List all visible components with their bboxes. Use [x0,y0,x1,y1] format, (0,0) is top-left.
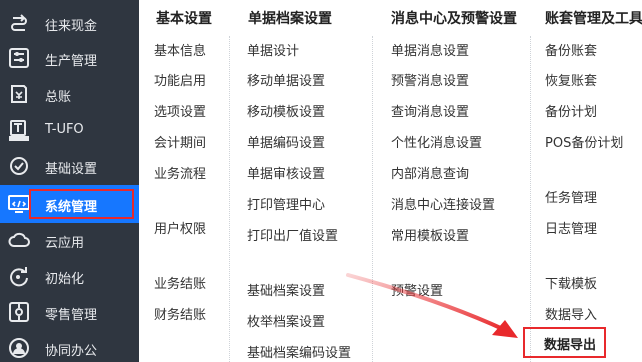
menu-link-base-archive[interactable]: 基础档案设置 [247,280,325,299]
collaborate-icon [7,336,31,360]
menu-link-alert-messages[interactable]: 预警消息设置 [391,70,469,89]
sidebar-item-label: 总账 [45,90,72,105]
retail-icon [7,300,31,324]
menu-link-business-flow[interactable]: 业务流程 [154,163,206,182]
column-title-message-settings: 消息中心及预警设置 [391,11,517,27]
sidebar: 往来现金 生产管理 总账 T-UFO 基础设置 系统管理 云应用 初始化 零售管… [0,0,139,362]
initialize-icon [7,264,31,288]
system-management-highlight [29,189,134,219]
menu-link-enum-archive[interactable]: 枚举档案设置 [247,311,325,330]
menu-link-options[interactable]: 选项设置 [154,101,206,120]
sidebar-item-production[interactable]: 生产管理 [0,40,139,76]
menu-link-alert-settings[interactable]: 预警设置 [391,280,443,299]
menu-link-mobile-document[interactable]: 移动单据设置 [247,70,325,89]
ufo-report-icon [7,118,31,142]
refresh-cash-icon [7,11,31,35]
menu-link-internal-messages[interactable]: 内部消息查询 [391,163,469,182]
production-sliders-icon [7,46,31,70]
sidebar-item-basic-settings[interactable]: 基础设置 [0,148,139,184]
sidebar-item-label: 基础设置 [45,162,98,177]
sidebar-item-label: T-UFO [45,122,84,137]
menu-link-backup-plan[interactable]: 备份计划 [545,101,597,120]
menu-link-user-permissions[interactable]: 用户权限 [154,218,206,237]
menu-link-document-design[interactable]: 单据设计 [247,40,299,59]
settings-icon [7,154,31,178]
menu-link-message-connection[interactable]: 消息中心连接设置 [391,194,495,213]
column-title-account-tools: 账套管理及工具 [545,11,642,27]
system-monitor-icon [7,192,31,216]
sidebar-item-initialize[interactable]: 初始化 [0,258,139,294]
cloud-icon [7,228,31,252]
menu-link-task-management[interactable]: 任务管理 [545,187,597,206]
menu-link-restore-account[interactable]: 恢复账套 [545,70,597,89]
sidebar-item-label: 云应用 [45,236,85,251]
sidebar-item-label: 往来现金 [45,19,98,34]
sidebar-item-cloud[interactable]: 云应用 [0,222,139,258]
sidebar-item-label: 协同办公 [45,344,98,359]
sidebar-item-retail[interactable]: 零售管理 [0,294,139,330]
menu-link-download-template[interactable]: 下载模板 [545,273,597,292]
menu-link-data-export[interactable]: 数据导出 [544,334,596,353]
sidebar-item-ledger[interactable]: 总账 [0,76,139,112]
menu-link-document-approval[interactable]: 单据审核设置 [247,163,325,182]
sidebar-item-label: 生产管理 [45,54,98,69]
menu-link-document-numbering[interactable]: 单据编码设置 [247,132,325,151]
menu-link-accounting-period[interactable]: 会计期间 [154,132,206,151]
column-title-basic-settings: 基本设置 [156,11,212,27]
menu-link-print-center[interactable]: 打印管理中心 [247,194,325,213]
menu-link-basic-info[interactable]: 基本信息 [154,40,206,59]
sidebar-item-collaborate[interactable]: 协同办公 [0,330,139,362]
menu-link-data-import[interactable]: 数据导入 [545,304,597,323]
menu-link-log-management[interactable]: 日志管理 [545,218,597,237]
menu-link-print-defaults[interactable]: 打印出厂值设置 [247,225,338,244]
menu-link-feature-enable[interactable]: 功能启用 [154,70,206,89]
column-divider [229,36,230,362]
menu-link-common-templates[interactable]: 常用模板设置 [391,225,469,244]
sidebar-item-cash[interactable]: 往来现金 [0,5,139,41]
menu-link-backup-account[interactable]: 备份账套 [545,40,597,59]
menu-link-document-messages[interactable]: 单据消息设置 [391,40,469,59]
menu-link-business-close[interactable]: 业务结账 [154,273,206,292]
menu-link-pos-backup-plan[interactable]: POS备份计划 [545,132,623,151]
sidebar-item-label: 零售管理 [45,308,98,323]
menu-link-finance-close[interactable]: 财务结账 [154,304,206,323]
ledger-book-icon [7,82,31,106]
column-title-document-settings: 单据档案设置 [248,11,332,27]
column-divider [372,36,373,362]
menu-link-mobile-template[interactable]: 移动模板设置 [247,101,325,120]
sidebar-item-t-ufo[interactable]: T-UFO [0,112,139,148]
menu-link-query-messages[interactable]: 查询消息设置 [391,101,469,120]
menu-link-archive-numbering[interactable]: 基础档案编码设置 [247,342,351,361]
sidebar-item-label: 初始化 [45,272,85,287]
column-divider [530,36,531,362]
system-management-menu: 基本设置 单据档案设置 消息中心及预警设置 账套管理及工具 基本信息 功能启用 … [139,0,642,362]
menu-link-personal-messages[interactable]: 个性化消息设置 [391,132,482,151]
